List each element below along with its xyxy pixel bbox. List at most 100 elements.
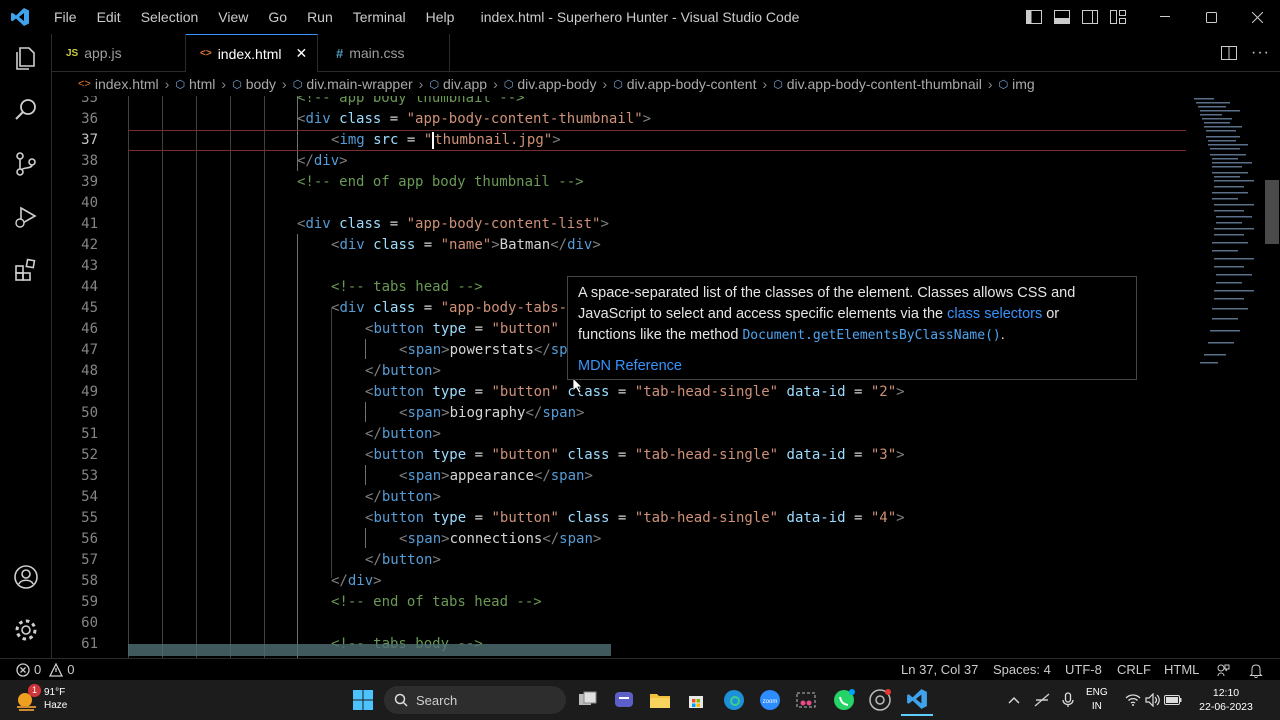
chrome-icon[interactable] bbox=[864, 684, 896, 716]
file-explorer-icon[interactable] bbox=[644, 684, 676, 716]
breadcrumb-item[interactable]: ⬡ div.app-body-content › bbox=[613, 76, 773, 92]
source-control-icon[interactable] bbox=[0, 140, 52, 188]
problems-indicator[interactable]: 0 0 bbox=[16, 659, 74, 681]
show-hidden-icons-chevron-icon[interactable] bbox=[1000, 684, 1028, 716]
menu-edit[interactable]: Edit bbox=[87, 0, 131, 34]
notifications-bell-icon[interactable] bbox=[1249, 659, 1263, 681]
extensions-icon[interactable] bbox=[0, 246, 52, 294]
vscode-logo-icon bbox=[11, 8, 29, 26]
status-bar: 0 0 Ln 37, Col 37 Spaces: 4 UTF-8 CRLF H… bbox=[0, 658, 1280, 680]
tab-label: main.css bbox=[349, 45, 405, 61]
search-icon[interactable] bbox=[0, 86, 52, 134]
toggle-panel-icon[interactable] bbox=[1048, 0, 1076, 34]
menu-terminal[interactable]: Terminal bbox=[343, 0, 416, 34]
element-icon: ⬡ bbox=[429, 78, 439, 91]
minimap[interactable] bbox=[1190, 96, 1260, 376]
element-icon: ⬡ bbox=[292, 78, 303, 91]
encoding[interactable]: UTF-8 bbox=[1065, 659, 1102, 681]
breadcrumb-item[interactable]: <> index.html › bbox=[78, 76, 175, 92]
explorer-icon[interactable] bbox=[0, 34, 52, 82]
taskbar-search[interactable]: Search bbox=[384, 686, 566, 714]
accounts-icon[interactable] bbox=[0, 553, 52, 601]
chevron-right-icon: › bbox=[418, 76, 424, 92]
network-tray-icon[interactable] bbox=[1028, 684, 1056, 716]
menu-view[interactable]: View bbox=[208, 0, 258, 34]
close-window-button[interactable] bbox=[1234, 0, 1280, 34]
minimize-button[interactable] bbox=[1142, 0, 1188, 34]
microphone-icon[interactable] bbox=[1054, 684, 1082, 716]
toggle-secondary-sidebar-icon[interactable] bbox=[1076, 0, 1104, 34]
breadcrumb-item[interactable]: ⬡ div.app › bbox=[429, 76, 503, 92]
toggle-primary-sidebar-icon[interactable] bbox=[1020, 0, 1048, 34]
breadcrumb-item[interactable]: ⬡ div.main-wrapper › bbox=[293, 76, 430, 92]
menu-selection[interactable]: Selection bbox=[131, 0, 209, 34]
horizontal-scrollbar-thumb[interactable] bbox=[128, 644, 611, 656]
code-line: 37 <img src = " thumbnail.jpg"> bbox=[81, 131, 561, 149]
menu-go[interactable]: Go bbox=[258, 0, 297, 34]
tab-app-js[interactable]: JS app.js bbox=[52, 34, 186, 72]
chevron-right-icon: › bbox=[762, 76, 768, 92]
menu-run[interactable]: Run bbox=[297, 0, 343, 34]
code-line: 58 </div> bbox=[81, 573, 382, 589]
more-actions-icon[interactable]: ··· bbox=[1251, 44, 1270, 62]
task-view-icon[interactable] bbox=[572, 684, 604, 716]
cursor-position[interactable]: Ln 37, Col 37 bbox=[901, 659, 978, 681]
tab-main-css[interactable]: # main.css bbox=[318, 34, 450, 72]
customize-layout-icon[interactable] bbox=[1104, 0, 1132, 34]
weather-widget[interactable]: 1 91°F Haze bbox=[14, 684, 68, 712]
hover-line: A space-separated list of the classes of… bbox=[578, 285, 1076, 301]
menu-file[interactable]: File bbox=[44, 0, 87, 34]
breadcrumb-item[interactable]: ⬡ div.app-body-content-thumbnail › bbox=[773, 76, 998, 92]
breadcrumb-item[interactable]: ⬡ html › bbox=[175, 76, 232, 92]
breadcrumb-item[interactable]: ⬡ body › bbox=[232, 76, 293, 92]
weather-desc: Haze bbox=[44, 700, 68, 711]
close-tab-icon[interactable]: ✕ bbox=[296, 45, 308, 62]
wifi-icon[interactable] bbox=[1122, 684, 1144, 716]
vertical-scrollbar-thumb[interactable] bbox=[1265, 180, 1279, 244]
code-line: 56 <span>connections</span> bbox=[81, 531, 602, 547]
zoom-icon[interactable]: zoom bbox=[754, 684, 786, 716]
chevron-right-icon: › bbox=[987, 76, 993, 92]
search-placeholder: Search bbox=[416, 692, 458, 708]
breadcrumb-item[interactable]: ⬡ img bbox=[999, 76, 1035, 92]
menu-help[interactable]: Help bbox=[416, 0, 465, 34]
indentation[interactable]: Spaces: 4 bbox=[993, 659, 1051, 681]
breadcrumb-item[interactable]: ⬡ div.app-body › bbox=[504, 76, 613, 92]
run-debug-icon[interactable] bbox=[0, 192, 52, 240]
mouse-pointer-icon bbox=[573, 378, 583, 394]
teams-chat-icon[interactable] bbox=[608, 684, 640, 716]
manage-gear-icon[interactable] bbox=[0, 606, 52, 654]
windows-start-icon[interactable] bbox=[347, 684, 379, 716]
activity-bar bbox=[0, 34, 52, 658]
code-line: 42 <div class = "name">Batman</div> bbox=[81, 237, 601, 253]
chevron-right-icon: › bbox=[221, 76, 227, 92]
code-line: 43 bbox=[81, 258, 98, 274]
vscode-taskbar-icon[interactable] bbox=[901, 684, 933, 716]
breadcrumb: <> index.html › ⬡ html › ⬡ body › ⬡ div.main-wr… bbox=[52, 72, 1280, 96]
microsoft-store-icon[interactable] bbox=[680, 684, 712, 716]
class-selectors-link[interactable]: class selectors bbox=[947, 306, 1042, 322]
split-editor-icon[interactable] bbox=[1221, 46, 1238, 60]
feedback-icon[interactable] bbox=[1216, 659, 1230, 681]
method-code: Document.getElementsByClassName() bbox=[742, 328, 1001, 343]
weather-temp: 91°F bbox=[44, 687, 66, 698]
clock[interactable]: 12:10 22-06-2023 bbox=[1190, 686, 1262, 714]
maximize-button[interactable] bbox=[1188, 0, 1234, 34]
code-line: 54 </button> bbox=[81, 489, 441, 505]
whatsapp-icon[interactable] bbox=[828, 684, 860, 716]
tab-index-html[interactable]: <> index.html ✕ bbox=[186, 34, 318, 72]
code-line: 52 <button type = "button" class = "tab-h… bbox=[81, 447, 905, 463]
end-of-line[interactable]: CRLF bbox=[1117, 659, 1151, 681]
code-line: 40 bbox=[81, 195, 98, 211]
code-line: 60 bbox=[81, 615, 98, 631]
language-mode[interactable]: HTML bbox=[1164, 659, 1199, 681]
edge-browser-icon[interactable] bbox=[718, 684, 750, 716]
volume-icon[interactable] bbox=[1142, 684, 1164, 716]
hover-tooltip: A space-separated list of the classes of… bbox=[567, 276, 1137, 380]
tab-label: app.js bbox=[84, 45, 122, 61]
battery-icon[interactable] bbox=[1162, 684, 1184, 716]
input-language[interactable]: ENG IN bbox=[1086, 686, 1108, 714]
snipping-tool-icon[interactable] bbox=[790, 684, 822, 716]
mdn-reference-link[interactable]: MDN Reference bbox=[578, 356, 1126, 377]
html-file-icon: <> bbox=[78, 78, 91, 90]
